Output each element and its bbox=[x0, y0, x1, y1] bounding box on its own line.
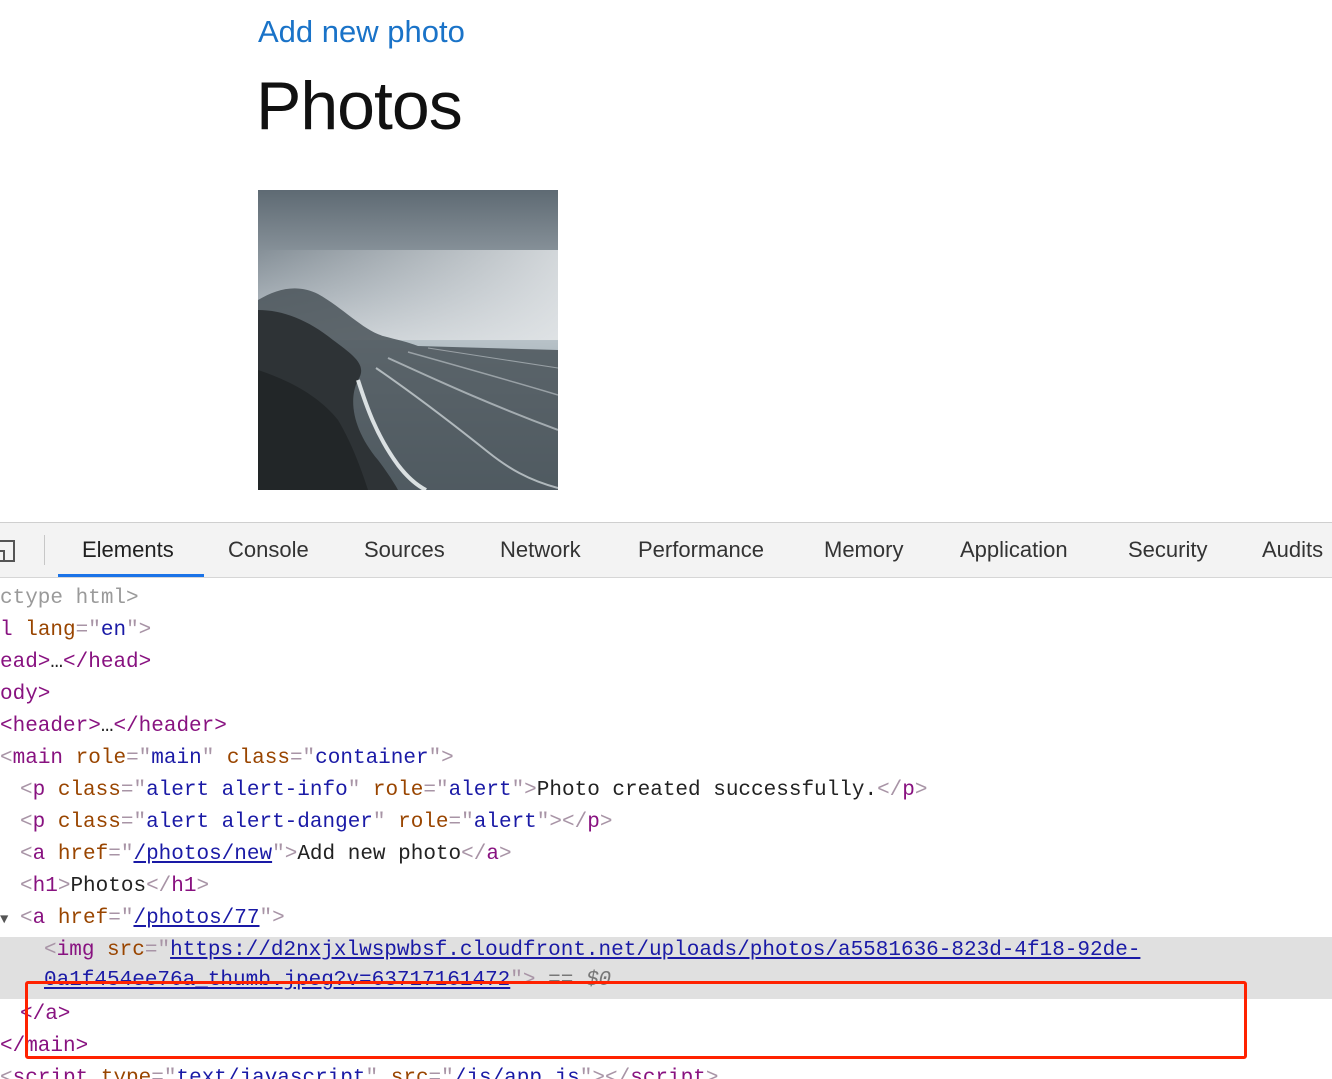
web-page: Add new photo Photos bbox=[0, 0, 1332, 522]
attr-name: role bbox=[398, 811, 449, 834]
tree-line-alert-danger[interactable]: <p class="alert alert-danger" role="aler… bbox=[20, 807, 612, 839]
tag-name: p bbox=[32, 811, 46, 834]
attr-name: src bbox=[107, 939, 145, 962]
tag-close: </head> bbox=[63, 651, 152, 674]
tree-line-body[interactable]: ody> bbox=[0, 679, 50, 711]
attr-name: class bbox=[57, 779, 121, 802]
attr-name: href bbox=[57, 907, 109, 930]
tag-name: ead> bbox=[0, 651, 51, 674]
collapsed-ellipsis[interactable]: … bbox=[50, 651, 63, 674]
tag-name: p bbox=[32, 779, 46, 802]
tab-security[interactable]: Security bbox=[1128, 523, 1207, 577]
elements-dom-tree: ctype html> l lang="en"> ead>…</head> od… bbox=[0, 578, 1332, 1079]
doctype-text: ctype html> bbox=[0, 587, 139, 610]
attr-name: class bbox=[226, 747, 290, 770]
attr-name: role bbox=[75, 747, 127, 770]
tree-line-img[interactable]: <img src="https://d2nxjxlwspwbsf.cloudfr… bbox=[44, 935, 1140, 967]
tree-line-h1[interactable]: <h1>Photos</h1> bbox=[20, 871, 209, 903]
attr-name: role bbox=[372, 779, 424, 802]
tree-line-html[interactable]: l lang="en"> bbox=[0, 615, 151, 647]
devtools-tabbar: Elements Console Sources Network Perform… bbox=[0, 523, 1332, 578]
tag-name: l bbox=[0, 619, 13, 642]
device-toggle-icon[interactable] bbox=[0, 539, 18, 563]
tag-name: <header> bbox=[0, 715, 101, 738]
attr-name: lang bbox=[25, 619, 76, 642]
tag-name: main bbox=[12, 747, 64, 770]
tree-line-header[interactable]: <header>…</header> bbox=[0, 711, 227, 743]
photo-thumbnail-link[interactable] bbox=[258, 190, 558, 490]
coastline-photo bbox=[258, 190, 558, 490]
tree-line-alert-info[interactable]: <p class="alert alert-info" role="alert"… bbox=[20, 775, 928, 807]
tag-close: p bbox=[902, 779, 915, 802]
attr-value: text/javascript bbox=[176, 1067, 366, 1079]
tree-line-head[interactable]: ead>…</head> bbox=[0, 647, 151, 679]
tag-close: h1 bbox=[171, 875, 197, 898]
collapsed-ellipsis[interactable]: … bbox=[101, 715, 114, 738]
attr-value: container bbox=[315, 747, 429, 770]
href-link[interactable]: /photos/77 bbox=[133, 907, 259, 930]
tag-name: h1 bbox=[32, 875, 58, 898]
attr-value: en bbox=[100, 619, 127, 642]
tag-name: img bbox=[56, 939, 95, 962]
text-node: Add new photo bbox=[297, 843, 462, 866]
tab-memory[interactable]: Memory bbox=[824, 523, 903, 577]
active-tab-indicator bbox=[58, 574, 204, 577]
attr-value: alert bbox=[473, 811, 537, 834]
src-link[interactable]: https://d2nxjxlwspwbsf.cloudfront.net/up… bbox=[170, 939, 1140, 962]
attr-name: type bbox=[100, 1067, 152, 1079]
tree-line-add-link[interactable]: <a href="/photos/new">Add new photo</a> bbox=[20, 839, 512, 871]
tab-sources[interactable]: Sources bbox=[364, 523, 445, 577]
devtools-panel: Elements Console Sources Network Perform… bbox=[0, 522, 1332, 1079]
tag-close: a bbox=[486, 843, 499, 866]
tag-name: a bbox=[32, 907, 46, 930]
tag-close: </header> bbox=[113, 715, 227, 738]
href-link[interactable]: /photos/new bbox=[133, 843, 272, 866]
tag-name: script bbox=[12, 1067, 89, 1079]
attr-name: class bbox=[57, 811, 121, 834]
tab-audits[interactable]: Audits bbox=[1262, 523, 1323, 577]
attr-value: alert alert-info bbox=[146, 779, 348, 802]
tag-close: p bbox=[587, 811, 600, 834]
tab-console[interactable]: Console bbox=[228, 523, 309, 577]
add-new-photo-link[interactable]: Add new photo bbox=[258, 12, 465, 52]
tab-network[interactable]: Network bbox=[500, 523, 581, 577]
attr-name: src bbox=[390, 1067, 429, 1079]
highlight-annotation-box bbox=[25, 981, 1247, 1059]
tag-close: script bbox=[630, 1067, 706, 1079]
tab-performance[interactable]: Performance bbox=[638, 523, 764, 577]
tab-elements[interactable]: Elements bbox=[82, 523, 174, 577]
page-title: Photos bbox=[256, 68, 463, 144]
text-node: Photo created successfully. bbox=[536, 779, 878, 802]
attr-value: main bbox=[151, 747, 202, 770]
attr-name: href bbox=[57, 843, 109, 866]
tag-name: a bbox=[32, 843, 46, 866]
src-link[interactable]: /js/app.js bbox=[454, 1067, 580, 1079]
tree-line-doctype[interactable]: ctype html> bbox=[0, 583, 139, 615]
tree-line-script[interactable]: <script type="text/javascript" src="/js/… bbox=[0, 1063, 718, 1079]
attr-value: alert bbox=[448, 779, 512, 802]
tag-name: ody> bbox=[0, 683, 51, 706]
tab-application[interactable]: Application bbox=[960, 523, 1068, 577]
tree-line-main[interactable]: <main role="main" class="container"> bbox=[0, 743, 454, 775]
tab-separator bbox=[44, 535, 45, 565]
tree-line-photo-link[interactable]: <a href="/photos/77"> bbox=[20, 903, 285, 935]
text-node: Photos bbox=[70, 875, 147, 898]
expand-triangle-icon[interactable]: ▼ bbox=[0, 912, 8, 928]
attr-value: alert alert-danger bbox=[146, 811, 373, 834]
